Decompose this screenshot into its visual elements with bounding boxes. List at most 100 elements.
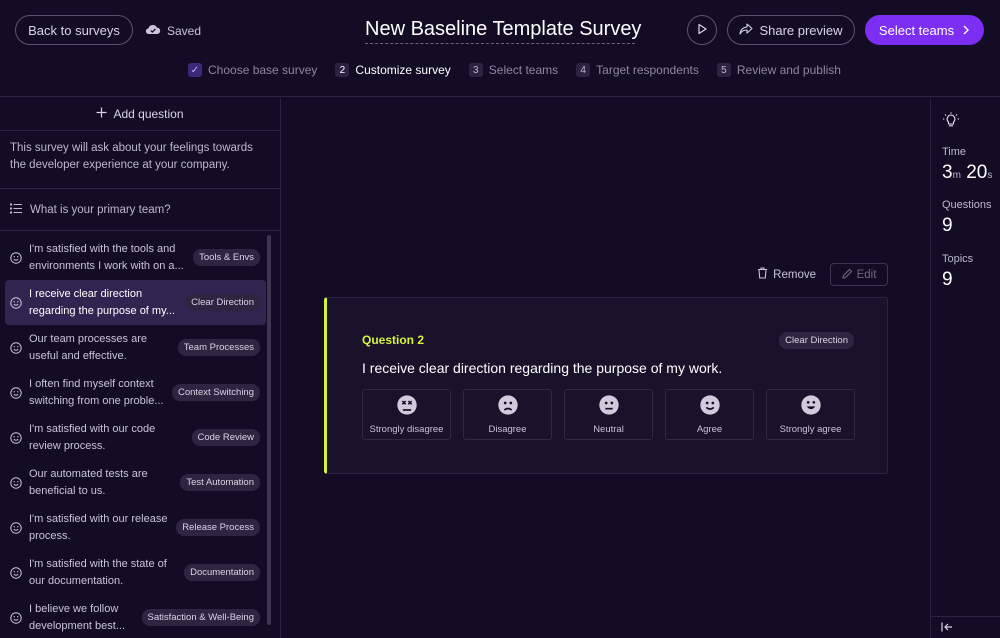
list-icon: [10, 203, 22, 217]
edit-button[interactable]: Edit: [830, 263, 888, 286]
question-list-item[interactable]: Our automated tests are beneficial to us…: [5, 460, 266, 505]
answer-option-label: Strongly agree: [779, 423, 842, 435]
smiley-icon: [10, 431, 24, 444]
primary-team-question[interactable]: What is your primary team?: [0, 189, 280, 231]
remove-label: Remove: [773, 268, 816, 281]
collapse-panel-button[interactable]: [931, 616, 1000, 638]
topic-tag: Clear Direction: [779, 332, 854, 349]
very-sad-face-icon: [396, 394, 417, 418]
question-item-text: I'm satisfied with the state of our docu…: [29, 557, 167, 587]
time-minutes: 3: [942, 162, 953, 183]
question-item-tag: Code Review: [191, 429, 260, 446]
very-happy-face-icon: [800, 394, 821, 418]
step-select-teams[interactable]: 3 Select teams: [468, 63, 559, 77]
cloud-check-icon: [145, 23, 161, 38]
answer-options: Strongly disagree Disagree Neutral Agree Str…: [362, 389, 855, 440]
time-label: Time: [942, 146, 967, 158]
sad-face-icon: [497, 394, 518, 418]
remove-button[interactable]: Remove: [757, 267, 816, 282]
answer-option[interactable]: Agree: [665, 389, 754, 440]
answer-option-label: Agree: [696, 423, 723, 435]
smiley-icon: [10, 566, 24, 579]
add-question-label: Add question: [113, 107, 184, 121]
preview-play-button[interactable]: [687, 15, 717, 45]
back-to-surveys-button[interactable]: Back to surveys: [15, 15, 133, 45]
add-question-button[interactable]: Add question: [0, 98, 280, 131]
neutral-face-icon: [598, 394, 619, 418]
time-minutes-unit: m: [952, 170, 961, 181]
question-sidebar: Add question This survey will ask about …: [0, 98, 281, 638]
question-list-item[interactable]: I often find myself context switching fr…: [5, 370, 266, 415]
time-seconds-unit: s: [987, 170, 993, 181]
select-teams-button[interactable]: Select teams: [865, 15, 984, 45]
question-list-item[interactable]: I believe we follow development best... S…: [5, 595, 266, 638]
edit-label: Edit: [856, 268, 877, 281]
question-list-item[interactable]: I'm satisfied with the tools and environ…: [5, 235, 266, 280]
answer-option[interactable]: Strongly disagree: [362, 389, 451, 440]
step-target-respondents[interactable]: 4 Target respondents: [576, 63, 699, 77]
plus-icon: [96, 107, 107, 121]
question-list-item[interactable]: Our team processes are useful and effect…: [5, 325, 266, 370]
time-seconds: 20: [966, 162, 988, 183]
survey-title[interactable]: New Baseline Template Survey: [365, 18, 641, 44]
question-list-item[interactable]: I'm satisfied with our release process. R…: [5, 505, 266, 550]
questions-label: Questions: [942, 199, 992, 211]
step-label: Customize survey: [355, 63, 451, 77]
question-item-tag: Context Switching: [171, 384, 260, 401]
question-actions: Remove Edit: [757, 263, 888, 286]
answer-option[interactable]: Strongly agree: [766, 389, 855, 440]
smiley-icon: [10, 521, 24, 534]
answer-option[interactable]: Disagree: [463, 389, 552, 440]
question-item-text: I'm satisfied with our release process.: [29, 512, 168, 542]
smiley-icon: [10, 611, 24, 624]
survey-intro-text[interactable]: This survey will ask about your feelings…: [0, 131, 280, 189]
collapse-left-icon: [941, 621, 953, 635]
smiley-icon: [10, 296, 24, 309]
smiley-icon: [10, 386, 24, 399]
step-label: Target respondents: [596, 63, 699, 77]
top-bar: Back to surveys Saved New Baseline Templ…: [0, 0, 1000, 97]
step-number: 3: [468, 63, 483, 77]
smiley-icon: [10, 341, 24, 354]
question-item-tag: Clear Direction: [185, 294, 260, 311]
question-text: I receive clear direction regarding the …: [362, 360, 723, 376]
happy-face-icon: [699, 394, 720, 418]
topics-label: Topics: [942, 253, 974, 265]
question-item-text: Our team processes are useful and effect…: [29, 332, 147, 362]
checkmark-icon: ✓: [188, 63, 202, 77]
answer-option-label: Strongly disagree: [369, 423, 444, 435]
topics-value: 9: [942, 269, 953, 290]
smiley-icon: [10, 251, 24, 264]
stats-panel: Time 3m 20s Questions 9 Topics 9: [930, 98, 1000, 638]
saved-status: Saved: [145, 23, 201, 38]
lightbulb-icon[interactable]: [942, 112, 960, 131]
question-list-item[interactable]: I'm satisfied with the state of our docu…: [5, 550, 266, 595]
step-label: Select teams: [488, 63, 559, 77]
step-choose-base-survey[interactable]: ✓ Choose base survey: [188, 63, 317, 77]
question-item-tag: Tools & Envs: [193, 249, 260, 266]
question-list: I'm satisfied with the tools and environ…: [0, 231, 280, 638]
question-card[interactable]: Question 2 Clear Direction I receive cle…: [324, 297, 888, 474]
answer-option-label: Neutral: [593, 423, 624, 435]
step-number: 5: [716, 63, 731, 77]
trash-icon: [757, 267, 768, 282]
answer-option[interactable]: Neutral: [564, 389, 653, 440]
question-list-item[interactable]: I'm satisfied with our code review proce…: [5, 415, 266, 460]
play-icon: [696, 23, 708, 38]
question-item-tag: Test Automation: [180, 474, 260, 491]
question-item-text: I often find myself context switching fr…: [29, 377, 164, 407]
question-number: Question 2: [362, 333, 425, 347]
main-editor: Remove Edit Question 2 Clear Direction I…: [282, 98, 930, 638]
question-list-item[interactable]: I receive clear direction regarding the …: [5, 280, 266, 325]
question-item-tag: Documentation: [184, 564, 260, 581]
share-preview-button[interactable]: Share preview: [727, 15, 855, 45]
step-review-and-publish[interactable]: 5 Review and publish: [716, 63, 841, 77]
question-item-text: Our automated tests are beneficial to us…: [29, 467, 148, 497]
question-item-text: I'm satisfied with the tools and environ…: [29, 242, 184, 272]
pencil-icon: [841, 268, 853, 282]
time-value: 3m 20s: [942, 162, 992, 184]
question-item-tag: Release Process: [176, 519, 260, 536]
step-customize-survey[interactable]: 2 Customize survey: [335, 63, 451, 77]
answer-option-label: Disagree: [488, 423, 527, 435]
scrollbar[interactable]: [267, 235, 271, 625]
